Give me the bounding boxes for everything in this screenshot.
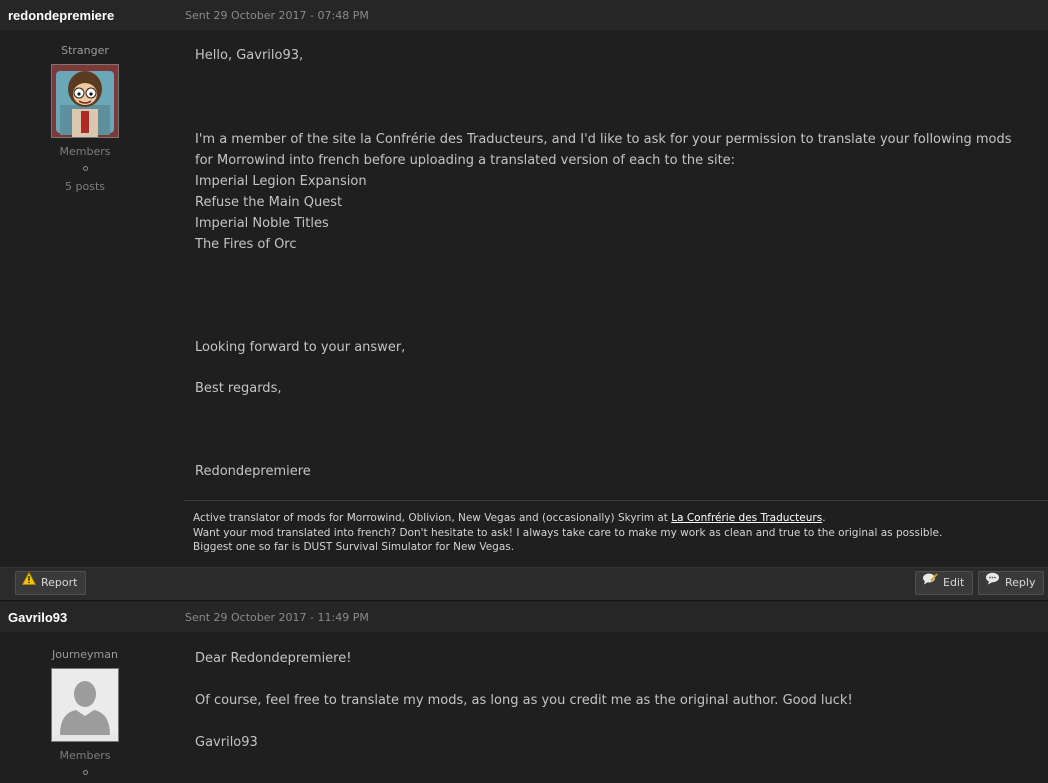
signature-text: . [822, 512, 826, 524]
signature-line: Want your mod translated into french? Do… [193, 526, 943, 539]
avatar[interactable] [51, 64, 119, 138]
post-paragraph: I'm a member of the site la Confrérie de… [195, 132, 1012, 252]
author-rank: Journeyman [52, 648, 118, 661]
author-post-count: 5 posts [65, 180, 105, 193]
signature-line: Active translator of mods for Morrowind,… [193, 511, 1048, 526]
post-author-username[interactable]: Gavrilo93 [8, 610, 67, 625]
post-paragraph: Dear Redondepremiere! [195, 651, 352, 666]
post-date: Sent 29 October 2017 - 11:49 PM [185, 611, 369, 624]
author-info: Stranger Members 5 posts [0, 44, 170, 193]
post-paragraph: Of course, feel free to translate my mod… [195, 693, 853, 708]
edit-icon [922, 571, 938, 593]
post-paragraph: Redondepremiere [195, 464, 311, 479]
avatar-image [52, 65, 118, 137]
signature-text: Active translator of mods for Morrowind,… [193, 512, 672, 524]
post-author-username[interactable]: redondepremiere [8, 8, 114, 23]
report-label: Report [41, 576, 78, 589]
post-paragraph: Looking forward to your answer, [195, 340, 406, 355]
avatar[interactable] [51, 668, 119, 742]
default-avatar-icon [52, 669, 118, 735]
report-button[interactable]: Report [15, 571, 87, 595]
author-group: Members [59, 145, 111, 158]
post-header: Gavrilo93 Sent 29 October 2017 - 11:49 P… [0, 602, 1048, 632]
post-paragraph: Best regards, [195, 381, 282, 396]
author-rank: Stranger [61, 44, 109, 57]
reply-icon [985, 571, 1000, 593]
post-paragraph: Hello, Gavrilo93, [195, 48, 304, 63]
pip-icon [82, 166, 88, 171]
reply-button[interactable]: Reply [978, 571, 1045, 595]
post-action-bar: Report Edit Reply [0, 567, 1048, 601]
author-group: Members [59, 749, 111, 762]
pip-icon [82, 770, 88, 775]
edit-button[interactable]: Edit [915, 571, 974, 595]
signature-line: Biggest one so far is DUST Survival Simu… [193, 541, 515, 553]
post-header: redondepremiere Sent 29 October 2017 - 0… [0, 0, 1048, 30]
post-signature: Active translator of mods for Morrowind,… [184, 500, 1048, 567]
edit-label: Edit [943, 576, 965, 589]
post-paragraph: Gavrilo93 [195, 735, 258, 750]
reply-label: Reply [1005, 576, 1036, 589]
post-date: Sent 29 October 2017 - 07:48 PM [185, 9, 369, 22]
warning-icon [21, 571, 37, 593]
author-info: Journeyman Members [0, 648, 170, 775]
signature-link[interactable]: La Confrérie des Traducteurs [671, 512, 822, 524]
